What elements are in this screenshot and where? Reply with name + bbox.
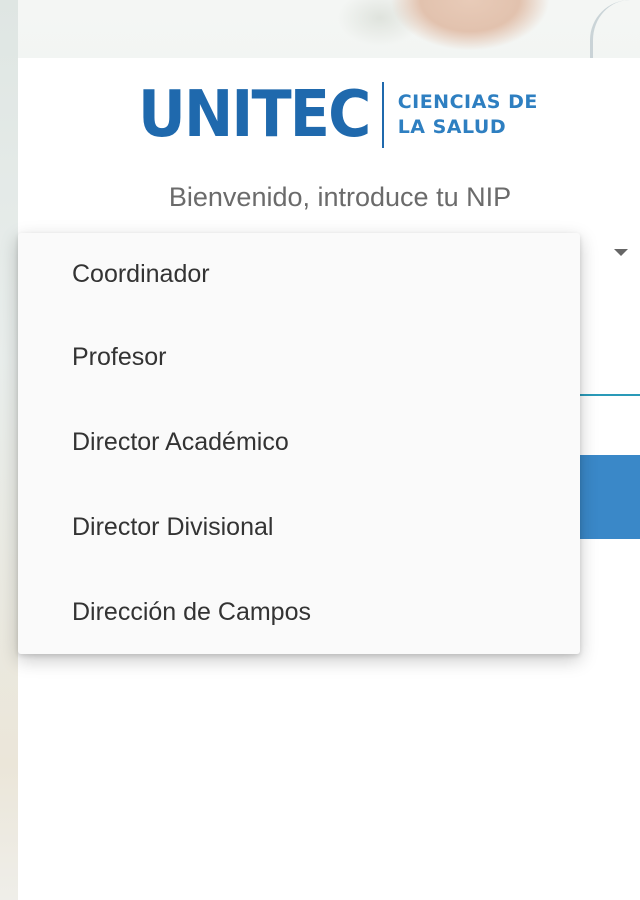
role-dropdown-menu: Coordinador Profesor Director Académico …	[18, 233, 580, 654]
logo-wordmark: UNITEC	[138, 78, 371, 152]
chevron-down-icon[interactable]	[614, 249, 628, 256]
background-edge	[0, 0, 18, 900]
role-option-coordinador[interactable]: Coordinador	[58, 233, 580, 315]
logo-subtitle-line2: LA SALUD	[397, 116, 507, 138]
role-option-director-academico[interactable]: Director Académico	[58, 400, 580, 485]
role-option-profesor[interactable]: Profesor	[58, 315, 580, 400]
logo-subtitle: CIENCIAS DE LA SALUD	[398, 90, 538, 140]
role-option-direccion-de-campos[interactable]: Dirección de Campos	[58, 570, 580, 655]
logo-subtitle-line1: CIENCIAS DE	[397, 91, 538, 113]
welcome-text: Bienvenido, introduce tu NIP	[168, 182, 512, 212]
logo-divider	[381, 82, 384, 148]
unitec-logo: UNITEC CIENCIAS DE LA SALUD	[138, 80, 538, 150]
nip-field-underline[interactable]	[580, 394, 640, 396]
role-option-director-divisional[interactable]: Director Divisional	[58, 485, 580, 570]
stethoscope-decoration	[590, 0, 633, 58]
login-button[interactable]	[578, 455, 640, 539]
